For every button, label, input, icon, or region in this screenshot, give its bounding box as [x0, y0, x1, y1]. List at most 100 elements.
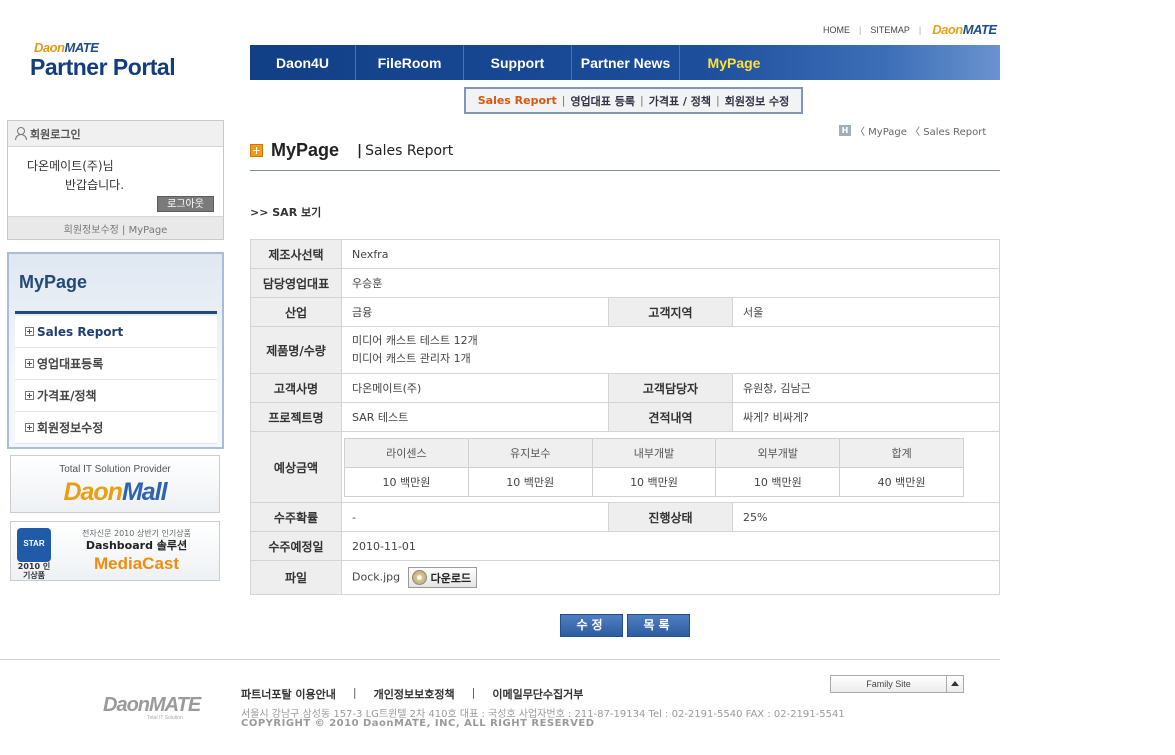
date-value: 2010-11-01 — [341, 531, 1000, 561]
subnav-sales-report[interactable]: Sales Report — [478, 94, 557, 107]
plus-box-icon — [250, 144, 263, 157]
utility-links: HOME | SITEMAP | DaonMATE — [823, 22, 997, 37]
prob-label: 수주확률 — [250, 502, 342, 532]
manufacturer-value: Nexfra — [341, 239, 1000, 269]
plus-icon — [25, 359, 34, 368]
home-link[interactable]: HOME — [823, 25, 850, 35]
login-header: 회원로그인 — [8, 121, 223, 147]
subnav-member-edit[interactable]: 회원정보 수정 — [725, 93, 790, 109]
side-item-member-edit[interactable]: 회원정보수정 — [15, 412, 217, 444]
nav-fileroom[interactable]: FileRoom — [356, 45, 464, 80]
amount-value: 40 백만원 — [839, 466, 964, 497]
side-item-register-rep[interactable]: 영업대표등록 — [15, 348, 217, 380]
download-button[interactable]: 다운로드 — [407, 567, 478, 588]
rep-label: 담당영업대표 — [250, 268, 342, 298]
list-button[interactable]: 목록 — [627, 614, 690, 637]
nav-mypage[interactable]: MyPage — [680, 45, 788, 80]
utility-separator: | — [918, 24, 922, 35]
quote-value: 싸게? 비싸게? — [732, 402, 1000, 432]
amount-header: 라이센스 — [344, 437, 469, 468]
disk-icon — [411, 570, 427, 585]
manufacturer-label: 제조사선택 — [250, 239, 342, 269]
footer-separator: | — [471, 686, 476, 699]
login-footer-links[interactable]: 회원정보수정 | MyPage — [8, 216, 223, 239]
footer-divider — [0, 659, 1000, 660]
side-item-price-policy[interactable]: 가격표/정책 — [15, 380, 217, 412]
logout-button[interactable]: 로그아웃 — [157, 196, 214, 212]
amount-label: 예상금액 — [250, 431, 342, 503]
plus-icon — [25, 423, 34, 432]
sitemap-link[interactable]: SITEMAP — [870, 25, 910, 35]
edit-button[interactable]: 수정 — [560, 614, 623, 637]
amount-value: 10 백만원 — [467, 466, 593, 497]
home-icon[interactable]: H — [839, 125, 851, 136]
footer-link-privacy[interactable]: 개인정보보호정책 — [374, 686, 455, 702]
prob-value: - — [341, 502, 609, 532]
file-label: 파일 — [250, 560, 342, 595]
star-award-icon: STAR — [17, 528, 51, 562]
footer-separator: | — [352, 686, 357, 699]
contact-label: 고객담당자 — [608, 373, 733, 403]
nav-daon4u[interactable]: Daon4U — [250, 45, 356, 80]
section-title: >> SAR 보기 — [250, 206, 322, 219]
footer-link-guide[interactable]: 파트너포탈 이용안내 — [241, 686, 336, 702]
rep-value: 우승훈 — [341, 268, 1000, 298]
subnav-separator: | — [640, 94, 644, 107]
page-title: MyPage | Sales Report — [250, 140, 453, 161]
product-line: 미디어 캐스트 테스트 12개 — [352, 334, 478, 347]
logo-brand[interactable]: DaonMATE — [34, 40, 99, 55]
side-menu-title: MyPage — [19, 272, 88, 292]
login-box: 회원로그인 다온메이트(주)님 반갑습니다. 로그아웃 회원정보수정 | MyP… — [7, 120, 224, 240]
family-site-label: Family Site — [866, 679, 911, 689]
footer-links: 파트너포탈 이용안내 | 개인정보보호정책 | 이메일무단수집거부 — [241, 686, 583, 702]
login-welcome: 반갑습니다. — [65, 178, 125, 192]
arrow-up-icon[interactable] — [946, 676, 963, 692]
product-label: 제품명/수량 — [250, 326, 342, 374]
subnav-separator: | — [716, 94, 720, 107]
amount-value: 10 백만원 — [344, 466, 469, 497]
amount-value: 10 백만원 — [715, 466, 841, 497]
side-item-sales-report[interactable]: Sales Report — [15, 316, 217, 348]
footer-link-email-policy[interactable]: 이메일무단수집거부 — [492, 686, 583, 702]
daonmall-tagline: Total IT Solution Provider — [59, 464, 171, 475]
nav-partner-news[interactable]: Partner News — [572, 45, 680, 80]
logo-partner-portal[interactable]: Partner Portal — [30, 54, 176, 81]
mediacast-logo: MediaCast — [93, 554, 180, 573]
amount-header: 내부개발 — [591, 437, 717, 468]
daonmate-link[interactable]: DaonMATE — [932, 22, 997, 37]
subnav-register-rep[interactable]: 영업대표 등록 — [570, 93, 635, 109]
side-menu: MyPage Sales Report 영업대표등록 가격표/정책 회원정보수정 — [7, 252, 224, 449]
sub-nav: Sales Report | 영업대표 등록 | 가격표 / 정책 | 회원정보… — [464, 87, 803, 114]
industry-label: 산업 — [250, 297, 342, 327]
mediacast-banner[interactable]: STAR 2010 인기상품 전자신문 2010 상반기 인기상품 Dashbo… — [10, 521, 220, 581]
plus-icon — [25, 391, 34, 400]
nav-support[interactable]: Support — [464, 45, 572, 80]
page-title-main: MyPage — [271, 140, 340, 160]
customer-label: 고객사명 — [250, 373, 342, 403]
subnav-price-policy[interactable]: 가격표 / 정책 — [649, 93, 711, 109]
daonmall-logo: DaonMall — [63, 478, 167, 506]
family-site-select[interactable]: Family Site — [830, 675, 964, 693]
status-label: 진행상태 — [608, 502, 733, 532]
product-value: 미디어 캐스트 테스트 12개 미디어 캐스트 관리자 1개 — [341, 326, 1000, 374]
quote-label: 견적내역 — [608, 402, 733, 432]
footer-logo: DaonMATE — [103, 694, 201, 716]
title-divider — [250, 170, 1000, 171]
user-icon — [14, 127, 27, 140]
contact-value: 유원창, 김남근 — [732, 373, 1000, 403]
main-nav: Daon4U FileRoom Support Partner News MyP… — [250, 45, 1000, 80]
footer-copyright: COPYRIGHT © 2010 DaonMATE, INC, ALL RIGH… — [241, 718, 595, 729]
amount-cell: 라이센스 유지보수 내부개발 외부개발 합계 10 백만원 10 백만원 10 … — [341, 431, 1000, 503]
project-label: 프로젝트명 — [250, 402, 342, 432]
daonmall-banner[interactable]: Total IT Solution Provider DaonMall — [10, 455, 220, 513]
sar-detail-table: 제조사선택 Nexfra 담당영업대표 우승훈 산업 금융 고객지역 서울 제품… — [250, 239, 1000, 595]
date-label: 수주예정일 — [250, 531, 342, 561]
region-value: 서울 — [732, 297, 1000, 327]
login-header-label: 회원로그인 — [30, 127, 81, 141]
product-line: 미디어 캐스트 관리자 1개 — [352, 352, 471, 365]
utility-separator: | — [859, 24, 862, 35]
project-value: SAR 테스트 — [341, 402, 609, 432]
dashboard-text: Dashboard 솔루션 — [85, 539, 188, 552]
breadcrumb: H 〈 MyPage 〈 Sales Report — [839, 123, 986, 138]
amount-table: 라이센스 유지보수 내부개발 외부개발 합계 10 백만원 10 백만원 10 … — [344, 437, 964, 497]
